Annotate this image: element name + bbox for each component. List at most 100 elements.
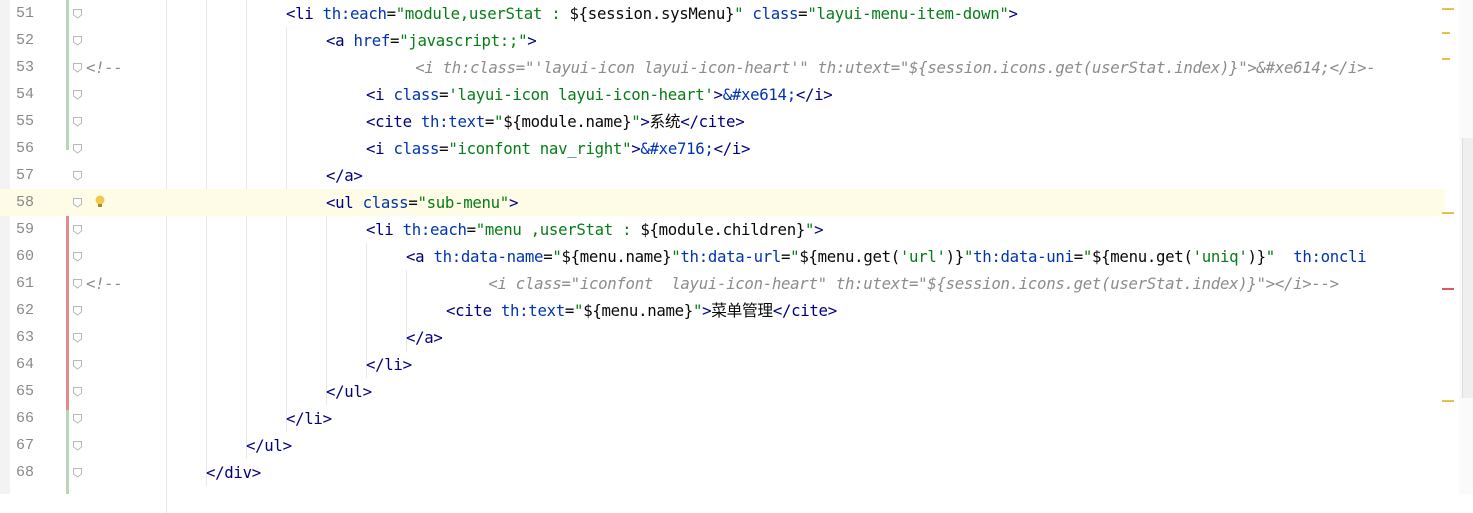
code-line[interactable]: 60 <a th:data-name="${menu.name}"th:data-… [0, 243, 1445, 270]
code-line[interactable]: 64 </li> [0, 351, 1445, 378]
code-token: 'layui-icon layui-icon-heart' [448, 85, 714, 104]
bulb-icon[interactable] [94, 194, 106, 210]
code-token: class [393, 139, 440, 158]
scrollbar-thumb[interactable] [1462, 138, 1473, 398]
fold-icon[interactable] [72, 197, 83, 208]
fold-icon[interactable] [72, 413, 83, 424]
code-text[interactable]: <a href="javascript:;"> [326, 27, 537, 54]
code-text[interactable]: </a> [326, 162, 363, 189]
code-text[interactable]: </li> [366, 351, 412, 378]
code-token: href [353, 31, 391, 50]
fold-icon[interactable] [72, 359, 83, 370]
line-number[interactable]: 57 [0, 162, 34, 189]
fold-icon[interactable] [72, 467, 83, 478]
line-number[interactable]: 68 [0, 459, 34, 486]
fold-icon[interactable] [72, 170, 83, 181]
code-line[interactable]: 52 <a href="javascript:;"> [0, 27, 1445, 54]
fold-icon[interactable] [72, 386, 83, 397]
code-text[interactable]: </li> [286, 405, 332, 432]
code-text[interactable]: </div> [206, 459, 261, 486]
line-number[interactable]: 65 [0, 378, 34, 405]
fold-icon[interactable] [72, 224, 83, 235]
line-number[interactable]: 55 [0, 108, 34, 135]
code-text[interactable]: <a th:data-name="${menu.name}"th:data-ur… [406, 243, 1367, 270]
code-token: "menu ,userStat : [475, 220, 641, 239]
code-line[interactable]: 55 <cite th:text="${module.name}">系统</cit… [0, 108, 1445, 135]
line-number[interactable]: 51 [0, 0, 34, 27]
warning-marker[interactable] [1442, 400, 1454, 402]
code-line[interactable]: 56 <i class="iconfont nav_right">&#xe716;… [0, 135, 1445, 162]
code-token: th:each [402, 220, 467, 239]
line-number[interactable]: 64 [0, 351, 34, 378]
warning-marker[interactable] [1442, 58, 1450, 60]
line-number[interactable]: 67 [0, 432, 34, 459]
fold-icon[interactable] [72, 35, 83, 46]
code-text[interactable]: <cite th:text="${menu.name}">菜单管理</cite> [446, 297, 837, 324]
code-text[interactable]: </a> [406, 324, 443, 351]
warning-marker[interactable] [1442, 212, 1454, 214]
code-text[interactable]: <li th:each="menu ,userStat : ${module.c… [366, 216, 824, 243]
code-text[interactable]: <!-- <i th:class="'layui-icon layui-icon… [86, 54, 1376, 81]
code-token: th:data-name [433, 247, 544, 266]
code-text[interactable]: <cite th:text="${module.name}">系统</cite> [366, 108, 745, 135]
line-number[interactable]: 53 [0, 54, 34, 81]
code-line[interactable]: 54 <i class='layui-icon layui-icon-heart'… [0, 81, 1445, 108]
code-token: <a [406, 247, 434, 266]
code-line[interactable]: 53 <!-- <i th:class="'layui-icon layui-ic… [0, 54, 1445, 81]
line-number[interactable]: 63 [0, 324, 34, 351]
fold-icon[interactable] [72, 251, 83, 262]
fold-icon[interactable] [72, 116, 83, 127]
code-line[interactable]: 57 </a> [0, 162, 1445, 189]
code-token: th:text [420, 112, 485, 131]
code-token: )} [1247, 247, 1266, 266]
code-token: "module,userStat : [395, 4, 570, 23]
error-marker[interactable] [1442, 288, 1454, 290]
code-text[interactable]: <i class="iconfont nav_right">&#xe716;</… [366, 135, 750, 162]
code-line[interactable]: 63 </a> [0, 324, 1445, 351]
code-line[interactable]: 67 </ul> [0, 432, 1445, 459]
fold-icon[interactable] [72, 305, 83, 316]
code-line[interactable]: 58 <ul class="sub-menu"> [0, 189, 1445, 216]
code-text[interactable]: <li th:each="module,userStat : ${session… [286, 0, 1018, 27]
line-number[interactable]: 60 [0, 243, 34, 270]
warning-marker[interactable] [1442, 32, 1450, 34]
code-token: <li [286, 4, 323, 23]
code-token: " [574, 301, 584, 320]
code-line[interactable]: 68 </div> [0, 459, 1445, 486]
code-token: " [494, 112, 504, 131]
code-token: </div> [206, 463, 261, 482]
code-token: class [752, 4, 799, 23]
code-token: class [393, 85, 440, 104]
code-text[interactable]: </ul> [246, 432, 292, 459]
line-number[interactable]: 54 [0, 81, 34, 108]
fold-icon[interactable] [72, 62, 83, 73]
code-text[interactable]: </ul> [326, 378, 372, 405]
code-token: <li [366, 220, 403, 239]
warning-marker[interactable] [1442, 8, 1454, 10]
fold-icon[interactable] [72, 8, 83, 19]
code-line[interactable]: 66 </li> [0, 405, 1445, 432]
code-token: " [734, 4, 753, 23]
line-number[interactable]: 66 [0, 405, 34, 432]
code-token: > [1008, 4, 1018, 23]
fold-icon[interactable] [72, 278, 83, 289]
code-line[interactable]: 65 </ul> [0, 378, 1445, 405]
fold-icon[interactable] [72, 143, 83, 154]
fold-icon[interactable] [72, 332, 83, 343]
line-number[interactable]: 58 [0, 189, 34, 216]
code-line[interactable]: 59 <li th:each="menu ,userStat : ${module… [0, 216, 1445, 243]
line-number[interactable]: 52 [0, 27, 34, 54]
code-token: > [814, 220, 824, 239]
fold-icon[interactable] [72, 440, 83, 451]
code-text[interactable]: <ul class="sub-menu"> [326, 189, 518, 216]
line-number[interactable]: 56 [0, 135, 34, 162]
line-number[interactable]: 59 [0, 216, 34, 243]
line-number[interactable]: 61 [0, 270, 34, 297]
code-text[interactable]: <i class='layui-icon layui-icon-heart'>&… [366, 81, 833, 108]
code-line[interactable]: 51 <li th:each="module,userStat : ${sessi… [0, 0, 1445, 27]
fold-icon[interactable] [72, 89, 83, 100]
code-line[interactable]: 61 <!-- <i class="iconfont layui-icon-hea… [0, 270, 1445, 297]
line-number[interactable]: 62 [0, 297, 34, 324]
code-line[interactable]: 62 <cite th:text="${menu.name}">菜单管理</cit… [0, 297, 1445, 324]
code-text[interactable]: <!-- <i class="iconfont layui-icon-heart… [86, 270, 1339, 297]
